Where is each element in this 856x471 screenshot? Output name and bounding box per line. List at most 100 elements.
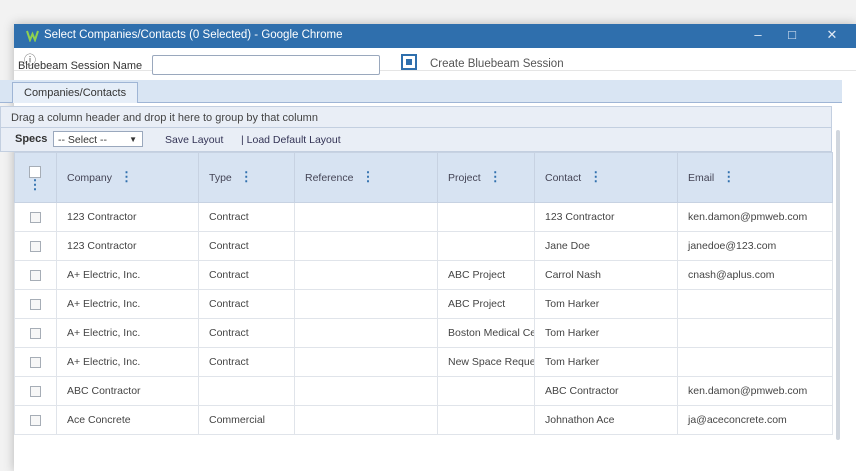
cell-project [437,376,535,406]
table-row[interactable]: A+ Electric, Inc. Contract ABC Project T… [14,289,833,319]
cell-email: janedoe@123.com [677,231,833,261]
cell-type: Contract [198,260,295,290]
title-bar: Select Companies/Contacts (0 Selected) -… [14,24,856,48]
cell-project [437,202,535,232]
cell-project [437,405,535,435]
close-button[interactable]: ✕ [822,26,842,44]
table-row[interactable]: A+ Electric, Inc. Contract New Space Req… [14,347,833,377]
cell-reference [294,347,438,377]
column-title: Type [209,171,232,184]
window-title: Select Companies/Contacts (0 Selected) -… [44,29,343,41]
column-menu-icon[interactable]: ⋮ [722,170,735,183]
cell-type: Commercial [198,405,295,435]
column-menu-icon[interactable]: ⋮ [120,170,133,183]
column-header-type[interactable]: Type ⋮ [198,152,295,203]
column-menu-icon[interactable]: ⋮ [589,170,602,183]
cell-type: Contract [198,347,295,377]
row-select-cell [14,202,57,232]
cell-contact: Jane Doe [534,231,678,261]
column-title: Project [448,171,481,184]
column-title: Reference [305,171,354,184]
vertical-scrollbar[interactable] [836,130,840,440]
row-checkbox[interactable] [29,298,41,310]
column-menu-icon[interactable]: ⋮ [489,170,502,183]
column-title: Company [67,171,112,184]
cell-email [677,289,833,319]
table-row[interactable]: ABC Contractor ABC Contractor ken.damon@… [14,376,833,406]
save-layout-button[interactable]: Save Layout [165,134,223,146]
column-header-reference[interactable]: Reference ⋮ [294,152,438,203]
tab-strip: Companies/Contacts [0,80,842,103]
cell-reference [294,318,438,348]
row-checkbox[interactable] [29,269,41,281]
group-by-panel[interactable]: Drag a column header and drop it here to… [0,106,832,128]
column-header-contact[interactable]: Contact ⋮ [534,152,678,203]
cell-contact: Johnathon Ace [534,405,678,435]
column-menu-icon[interactable]: ⋮ [240,170,253,183]
cell-project [437,231,535,261]
cell-project: New Space Reque [437,347,535,377]
row-select-cell [14,347,57,377]
cell-contact: ABC Contractor [534,376,678,406]
row-checkbox[interactable] [29,356,41,368]
bluebeam-icon[interactable] [401,54,417,70]
cell-company: A+ Electric, Inc. [56,318,199,348]
cell-company: A+ Electric, Inc. [56,260,199,290]
app-logo-icon [26,30,39,42]
select-all-header[interactable]: ⋮ [14,152,57,203]
specs-select[interactable]: -- Select -- ▼ [53,131,143,147]
specs-select-value: -- Select -- [58,134,108,146]
cell-reference [294,260,438,290]
column-menu-icon[interactable]: ⋮ [361,170,374,183]
column-title: Contact [545,171,582,184]
cell-email: ken.damon@pmweb.com [677,202,833,232]
chevron-down-icon: ▼ [129,135,137,144]
grid-toolbar: Specs -- Select -- ▼ Save Layout | Load … [0,128,832,152]
row-select-cell [14,376,57,406]
table-row[interactable]: 123 Contractor Contract Jane Doe janedoe… [14,231,833,261]
minimize-button[interactable]: – [748,26,768,44]
table-row[interactable]: A+ Electric, Inc. Contract Boston Medica… [14,318,833,348]
load-default-layout-button[interactable]: | Load Default Layout [241,134,341,146]
row-checkbox[interactable] [29,414,41,426]
select-all-checkbox[interactable] [29,165,41,178]
cell-reference [294,231,438,261]
table-row[interactable]: 123 Contractor Contract 123 Contractor k… [14,202,833,232]
create-bluebeam-session-button[interactable]: Create Bluebeam Session [430,58,564,70]
maximize-button[interactable]: □ [782,26,802,44]
cell-contact: Tom Harker [534,318,678,348]
cell-reference [294,202,438,232]
grid-header-row: ⋮ Company ⋮ Type ⋮ Reference ⋮ Project ⋮ Con… [14,152,833,203]
cell-type: Contract [198,318,295,348]
column-header-company[interactable]: Company ⋮ [56,152,199,203]
session-name-label: Bluebeam Session Name [18,60,143,72]
column-header-email[interactable]: Email ⋮ [677,152,833,203]
cell-type [198,376,295,406]
tab-companies-contacts[interactable]: Companies/Contacts [12,82,139,103]
cell-contact: Tom Harker [534,289,678,319]
cell-project: Boston Medical Ce [437,318,535,348]
cell-company: ABC Contractor [56,376,199,406]
cell-company: 123 Contractor [56,202,199,232]
row-checkbox[interactable] [29,385,41,397]
cell-project: ABC Project [437,260,535,290]
companies-contacts-grid: ⋮ Company ⋮ Type ⋮ Reference ⋮ Project ⋮ Con… [14,152,833,435]
column-menu-icon[interactable]: ⋮ [15,178,55,191]
column-title: Email [688,171,715,184]
cell-reference [294,405,438,435]
table-row[interactable]: A+ Electric, Inc. Contract ABC Project C… [14,260,833,290]
cell-company: Ace Concrete [56,405,199,435]
session-name-input[interactable] [152,55,380,75]
cell-type: Contract [198,202,295,232]
cell-type: Contract [198,231,295,261]
row-select-cell [14,260,57,290]
row-checkbox[interactable] [29,211,41,223]
cell-email: cnash@aplus.com [677,260,833,290]
cell-contact: Tom Harker [534,347,678,377]
cell-project: ABC Project [437,289,535,319]
table-row[interactable]: Ace Concrete Commercial Johnathon Ace ja… [14,405,833,435]
column-header-project[interactable]: Project ⋮ [437,152,535,203]
row-checkbox[interactable] [29,327,41,339]
row-checkbox[interactable] [29,240,41,252]
cell-reference [294,376,438,406]
